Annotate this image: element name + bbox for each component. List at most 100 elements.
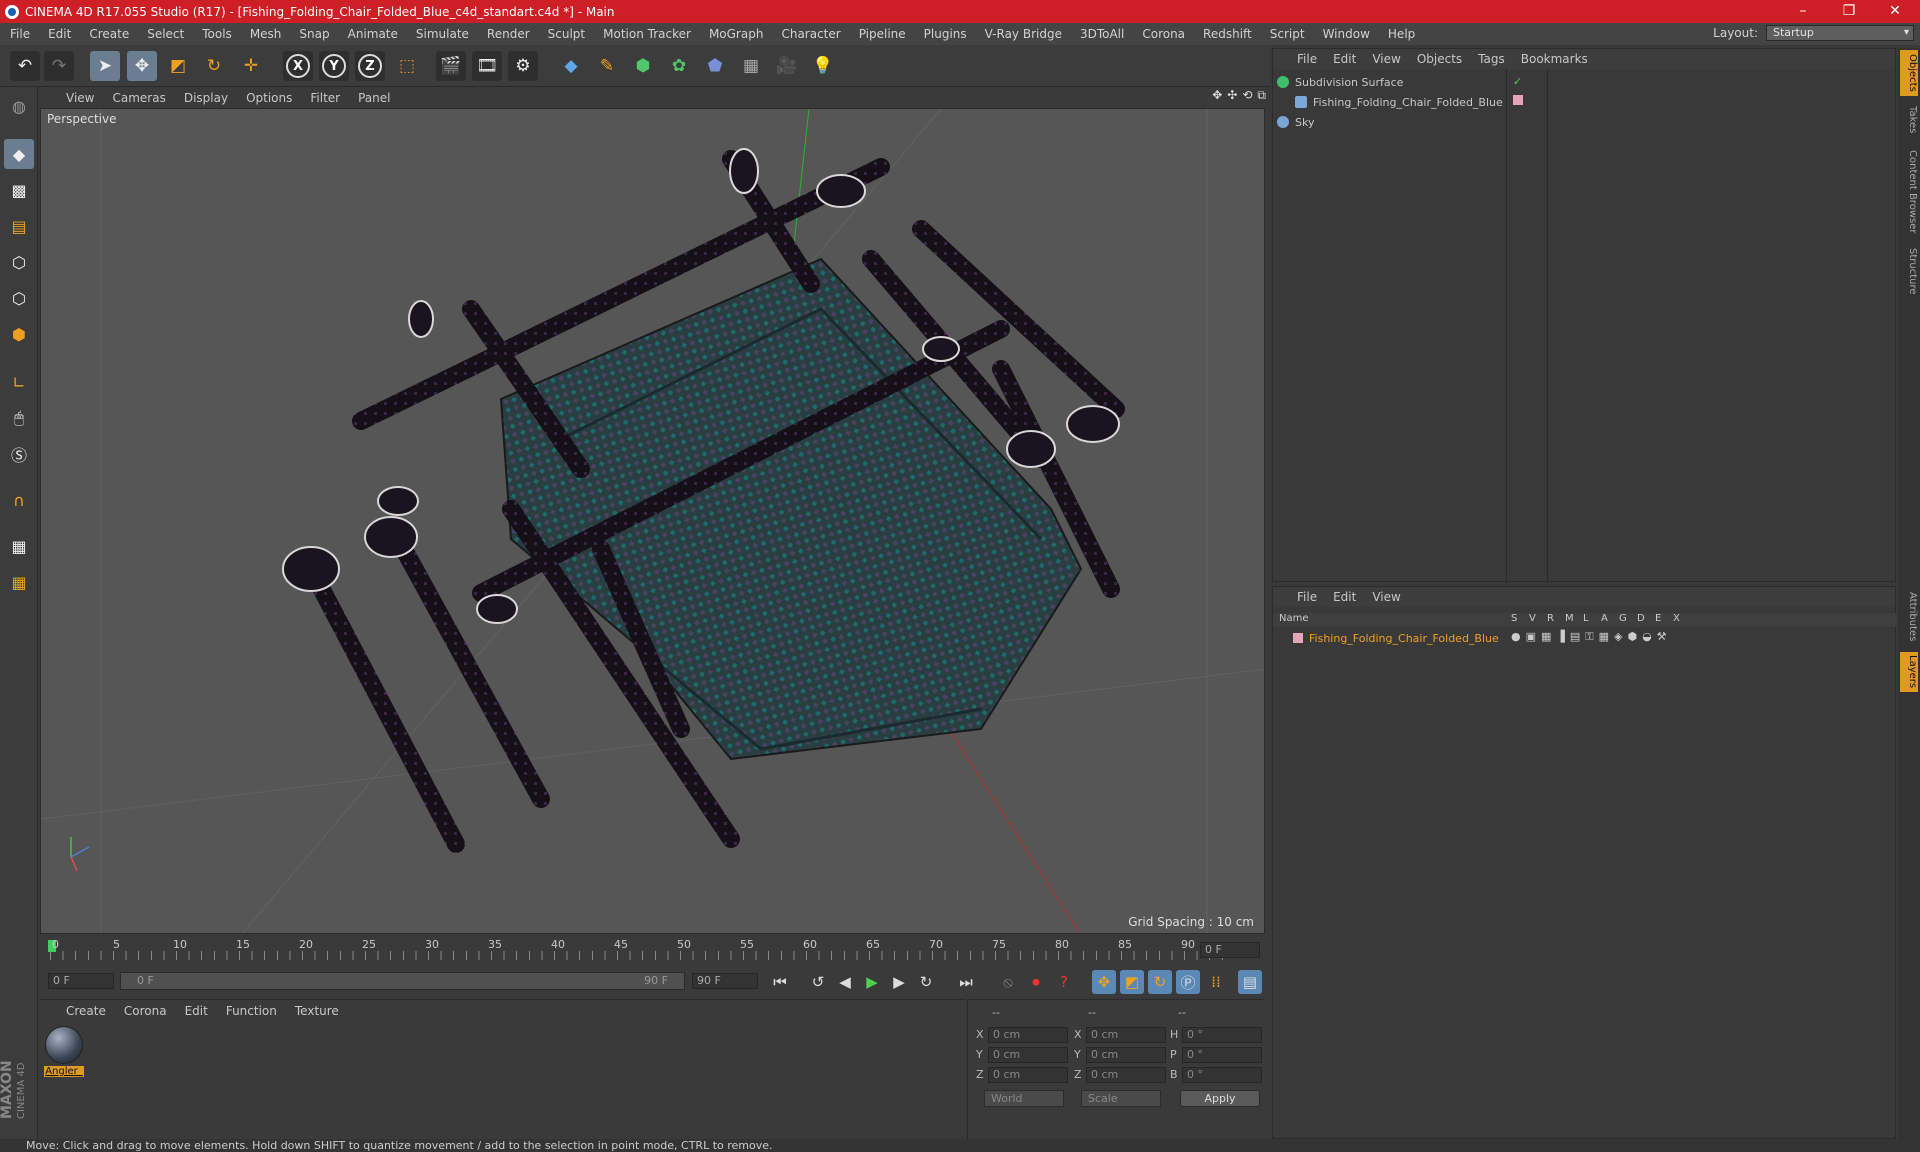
viewport-menu-panel[interactable]: Panel [358, 91, 390, 105]
apply-button[interactable]: Apply [1180, 1090, 1260, 1107]
tweak-mode-icon[interactable]: 🖱 [4, 403, 34, 433]
go-to-start-icon[interactable]: ⏮ [768, 970, 792, 994]
locked-workplane-icon[interactable]: ▦ [4, 531, 34, 561]
deformer-icon[interactable]: ⬟ [700, 51, 730, 81]
menu-corona[interactable]: Corona [1142, 27, 1185, 41]
viewport-menu-options[interactable]: Options [246, 91, 292, 105]
end-frame-field[interactable]: 90 F [692, 973, 758, 989]
material-menu-edit[interactable]: Edit [185, 1004, 208, 1022]
layers-menu-view[interactable]: View [1372, 590, 1400, 604]
texture-mode-icon[interactable]: ▩ [4, 175, 34, 205]
render-settings-icon[interactable]: ⚙ [508, 51, 538, 81]
position-z-field[interactable]: 0 cm [988, 1067, 1068, 1083]
objects-menu-edit[interactable]: Edit [1333, 52, 1356, 66]
timeline-window-icon[interactable]: ▤ [1238, 970, 1262, 994]
size-y-field[interactable]: 0 cm [1086, 1047, 1166, 1063]
restore-icon[interactable]: ❐ [1826, 0, 1872, 23]
object-row-chair[interactable]: Fishing_Folding_Chair_Folded_Blue [1295, 93, 1503, 111]
current-frame-field[interactable]: 0 F [1200, 942, 1260, 958]
menu-vray-bridge[interactable]: V-Ray Bridge [985, 27, 1062, 41]
coordinate-system-icon[interactable]: ⬚ [392, 51, 422, 81]
timeline-ruler[interactable]: 0 5 10 15 20 25 30 35 40 45 50 55 60 65 … [40, 938, 1265, 962]
rotation-b-field[interactable]: 0 ° [1182, 1067, 1262, 1083]
cube-primitive-icon[interactable]: ◆ [556, 51, 586, 81]
next-frame-icon[interactable]: ▶ [887, 970, 911, 994]
light-icon[interactable]: 💡 [808, 51, 838, 81]
menu-create[interactable]: Create [89, 27, 129, 41]
tab-takes[interactable]: Takes [1900, 102, 1918, 138]
y-axis-toggle[interactable]: Y [319, 51, 349, 81]
viewport-menu-view[interactable]: View [66, 91, 94, 105]
object-row-subdivision-surface[interactable]: Subdivision Surface [1277, 73, 1403, 91]
layers-menu-edit[interactable]: Edit [1333, 590, 1356, 604]
transform-mode-dropdown[interactable]: Scale [1081, 1090, 1161, 1107]
menu-character[interactable]: Character [781, 27, 840, 41]
autokey-icon[interactable]: ? [1052, 970, 1076, 994]
menu-help[interactable]: Help [1388, 27, 1415, 41]
workplane-mode-icon[interactable]: ▤ [4, 211, 34, 241]
objects-menu-tags[interactable]: Tags [1478, 52, 1505, 66]
key-scale-icon[interactable]: ◩ [1120, 970, 1144, 994]
tab-attributes[interactable]: Attributes [1900, 588, 1918, 646]
transform-tool-icon[interactable]: ✛ [236, 51, 266, 81]
key-rotation-icon[interactable]: ↻ [1148, 970, 1172, 994]
move-tool-icon[interactable]: ✥ [127, 51, 157, 81]
material-menu-create[interactable]: Create [66, 1004, 106, 1022]
viewport-menu-filter[interactable]: Filter [310, 91, 340, 105]
camera-icon[interactable]: 🎥 [772, 51, 802, 81]
menu-file[interactable]: File [10, 27, 30, 41]
checkmark-icon[interactable]: ✓ [1513, 75, 1522, 88]
material-menu-texture[interactable]: Texture [295, 1004, 339, 1022]
maximize-view-icon[interactable]: ⧉ [1257, 88, 1266, 103]
play-icon[interactable]: ▶ [860, 970, 884, 994]
rotate-tool-icon[interactable]: ↻ [199, 51, 229, 81]
record-keyframe-icon[interactable]: ⏺ [1024, 970, 1048, 994]
size-x-field[interactable]: 0 cm [1086, 1027, 1166, 1043]
spline-pen-icon[interactable]: ✎ [592, 51, 622, 81]
magnet-tool-icon[interactable]: ∩ [4, 485, 34, 515]
mograph-cloner-icon[interactable]: ✿ [664, 51, 694, 81]
objects-menu-objects[interactable]: Objects [1417, 52, 1462, 66]
polygons-mode-icon[interactable]: ⬢ [4, 319, 34, 349]
coordinate-mode-dropdown[interactable]: World [984, 1090, 1064, 1107]
axis-mode-icon[interactable]: ∟ [4, 367, 34, 397]
material-menu-corona[interactable]: Corona [124, 1004, 167, 1022]
undo-icon[interactable]: ↶ [10, 51, 40, 81]
z-axis-toggle[interactable]: Z [355, 51, 385, 81]
menu-mesh[interactable]: Mesh [250, 27, 282, 41]
reverse-loop-icon[interactable]: ↻ [914, 970, 938, 994]
menu-select[interactable]: Select [147, 27, 184, 41]
material-menu-function[interactable]: Function [226, 1004, 277, 1022]
make-editable-icon[interactable]: ◍ [4, 91, 34, 121]
viewport-menu-display[interactable]: Display [184, 91, 228, 105]
key-parameter-icon[interactable]: Ⓟ [1176, 970, 1200, 994]
go-to-end-icon[interactable]: ⏭ [954, 970, 978, 994]
menu-sculpt[interactable]: Sculpt [548, 27, 585, 41]
close-icon[interactable]: ✕ [1872, 0, 1918, 23]
tab-structure[interactable]: Structure [1900, 244, 1918, 298]
previous-frame-icon[interactable]: ◀ [833, 970, 857, 994]
scale-tool-icon[interactable]: ◩ [163, 51, 193, 81]
layer-row[interactable]: Fishing_Folding_Chair_Folded_Blue [1293, 629, 1499, 647]
size-z-field[interactable]: 0 cm [1086, 1067, 1166, 1083]
objects-menu-bookmarks[interactable]: Bookmarks [1521, 52, 1588, 66]
x-axis-toggle[interactable]: X [283, 51, 313, 81]
subdivision-surface-icon[interactable]: ⬢ [628, 51, 658, 81]
frame-range-slider[interactable]: 0 F 90 F [120, 972, 685, 990]
snapping-icon[interactable]: Ⓢ [4, 439, 34, 469]
edges-mode-icon[interactable]: ⬡ [4, 283, 34, 313]
objects-menu-view[interactable]: View [1372, 52, 1400, 66]
menu-snap[interactable]: Snap [299, 27, 329, 41]
model-mode-icon[interactable]: ◆ [4, 139, 34, 169]
layer-toggle-icons[interactable]: ●▣▦▐▤⚿▦◈⬢◒⚒ [1511, 630, 1672, 644]
tab-layers[interactable]: Layers [1900, 652, 1918, 692]
menu-edit[interactable]: Edit [48, 27, 71, 41]
dolly-icon[interactable]: ✣ [1227, 88, 1237, 103]
key-pla-icon[interactable]: ⁞⁞ [1204, 970, 1228, 994]
menu-render[interactable]: Render [487, 27, 530, 41]
select-arrow-icon[interactable]: ➤ [90, 51, 120, 81]
floor-scene-icon[interactable]: ▦ [736, 51, 766, 81]
menu-window[interactable]: Window [1323, 27, 1370, 41]
pan-icon[interactable]: ✥ [1212, 88, 1222, 103]
loop-icon[interactable]: ↺ [806, 970, 830, 994]
